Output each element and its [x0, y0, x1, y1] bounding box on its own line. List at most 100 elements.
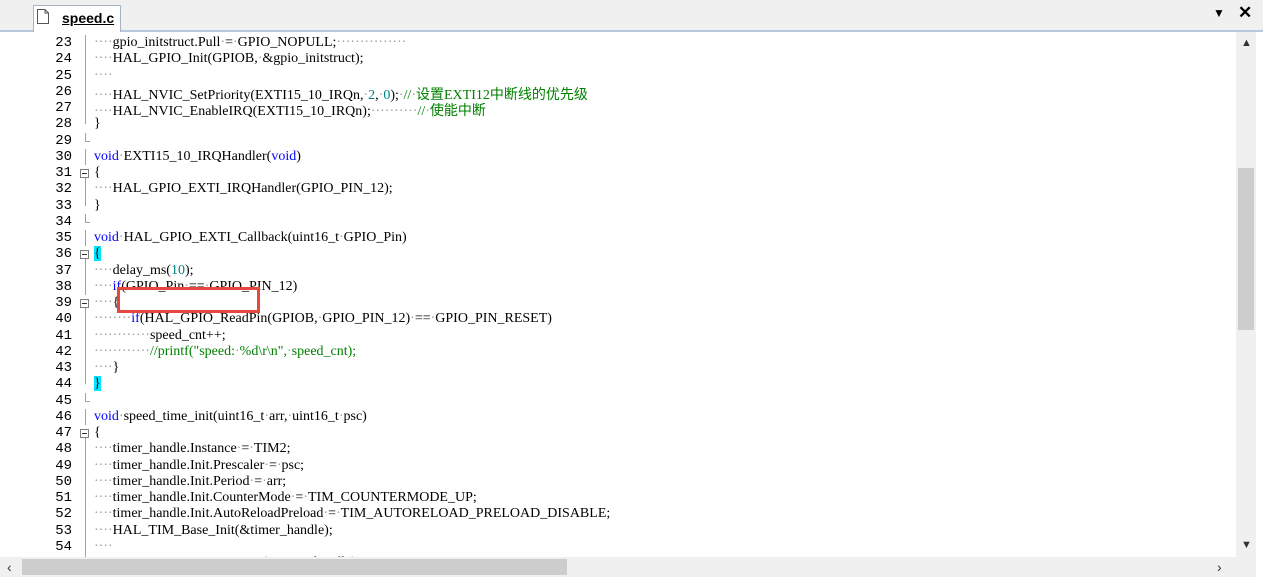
line-number: 54 — [55, 538, 72, 555]
line-number: 35 — [55, 230, 72, 246]
fold-line — [85, 441, 86, 458]
fold-line — [85, 148, 86, 165]
line-number: 49 — [55, 457, 72, 474]
code-line: ········if(HAL_GPIO_ReadPin(GPIOB,·GPIO_… — [94, 311, 552, 327]
line-number: 29 — [55, 132, 72, 149]
vertical-scrollbar[interactable]: ▲ ▼ — [1236, 32, 1256, 557]
code-line: ····timer_handle.Init.CounterMode·=·TIM_… — [94, 490, 477, 505]
line-number: 26 — [55, 83, 72, 100]
code-line: } — [94, 376, 101, 392]
line-number: 52 — [55, 506, 72, 523]
tab-speed-c[interactable]: speed.c — [33, 5, 121, 32]
fold-line — [85, 181, 86, 198]
code-line: ····HAL_TIM_Base_Init(&timer_handle); — [94, 522, 333, 538]
code-editor[interactable]: 23 ····gpio_initstruct.Pull·=·GPIO_NOPULL… — [0, 32, 1236, 557]
line-number: 30 — [55, 148, 72, 165]
file-icon — [37, 9, 49, 24]
code-line: ············//printf("speed:·%d\r\n",·sp… — [94, 343, 357, 359]
fold-line — [85, 392, 86, 401]
line-number: 28 — [55, 116, 72, 133]
line-number: 40 — [55, 311, 72, 328]
fold-line — [85, 408, 86, 425]
fold-line — [85, 311, 86, 328]
scroll-right-arrow-icon[interactable]: › — [1217, 559, 1222, 575]
code-line: ····timer_handle.Init.AutoReloadPreload·… — [94, 506, 611, 522]
line-number: 32 — [55, 181, 72, 198]
scroll-up-arrow-icon[interactable]: ▲ — [1241, 37, 1252, 49]
code-line: ····HAL_GPIO_Init(GPIOB,·&gpio_initstruc… — [94, 51, 364, 67]
fold-end-tick — [85, 140, 90, 142]
fold-line — [85, 360, 86, 377]
line-number: 41 — [55, 327, 72, 344]
horizontal-scrollbar-thumb[interactable] — [22, 559, 567, 575]
code-line: ····delay_ms(10); — [94, 262, 194, 278]
fold-line — [85, 473, 86, 490]
fold-line — [85, 230, 86, 247]
line-number: 42 — [55, 343, 72, 360]
fold-line — [85, 197, 86, 206]
fold-line — [85, 457, 86, 474]
annotation-highlight-box — [117, 287, 260, 313]
fold-line — [85, 213, 86, 222]
fold-line — [85, 116, 86, 125]
line-number: 27 — [55, 100, 72, 116]
line-number: 50 — [55, 473, 72, 490]
fold-line — [85, 376, 86, 385]
code-line: ···· — [94, 538, 113, 554]
code-line: } — [94, 197, 101, 213]
code-line: ····timer_handle.Init.Period·=·arr; — [94, 473, 287, 489]
fold-end-tick — [85, 221, 90, 223]
line-number: 45 — [55, 392, 72, 409]
line-number: 46 — [55, 408, 72, 425]
line-number: 23 — [55, 35, 72, 51]
line-number: 39 — [55, 295, 72, 311]
fold-line — [85, 67, 86, 84]
code-line: void·HAL_GPIO_EXTI_Callback(uint16_t·GPI… — [94, 230, 407, 245]
close-icon[interactable]: ✕ — [1238, 3, 1252, 23]
code-line: ····{ — [94, 295, 120, 310]
line-number: 25 — [55, 67, 72, 84]
line-number: 43 — [55, 360, 72, 376]
fold-line — [85, 343, 86, 360]
code-line: { — [94, 425, 101, 440]
fold-toggle-icon[interactable] — [80, 250, 89, 260]
tab-bar: speed.c ▼ ✕ — [0, 0, 1263, 32]
code-line: { — [94, 246, 101, 262]
fold-line — [85, 83, 86, 100]
fold-line — [85, 522, 86, 539]
line-number: 36 — [55, 246, 72, 263]
chevron-down-icon[interactable]: ▼ — [1213, 6, 1225, 20]
line-number: 44 — [55, 376, 72, 393]
scroll-left-arrow-icon[interactable]: ‹ — [7, 559, 12, 575]
scroll-down-arrow-icon[interactable]: ▼ — [1241, 539, 1252, 551]
line-number: 34 — [55, 213, 72, 230]
line-number: 37 — [55, 262, 72, 279]
vertical-scrollbar-thumb[interactable] — [1238, 168, 1254, 330]
fold-line — [85, 51, 86, 68]
line-number: 33 — [55, 197, 72, 214]
line-number: 53 — [55, 522, 72, 539]
fold-toggle-icon[interactable] — [80, 169, 89, 178]
fold-line — [85, 262, 86, 279]
fold-toggle-icon[interactable] — [80, 429, 89, 438]
code-line: ····} — [94, 360, 120, 375]
line-number: 31 — [55, 165, 72, 181]
line-number: 24 — [55, 51, 72, 68]
fold-toggle-icon[interactable] — [80, 299, 89, 308]
line-number: 51 — [55, 490, 72, 506]
code-line: ····timer_handle.Init.Prescaler·=·psc; — [94, 457, 305, 473]
line-number: 48 — [55, 441, 72, 458]
scrollbar-corner — [1236, 557, 1256, 577]
fold-line — [85, 490, 86, 507]
code-line: ····HAL_GPIO_EXTI_IRQHandler(GPIO_PIN_12… — [94, 181, 393, 197]
code-line: ····HAL_NVIC_EnableIRQ(EXTI15_10_IRQn);·… — [94, 104, 486, 119]
code-line: } — [94, 116, 101, 132]
code-line: ············speed_cnt++; — [94, 327, 226, 343]
fold-line — [85, 35, 86, 52]
fold-line — [85, 538, 86, 555]
line-number: 38 — [55, 278, 72, 295]
code-line: ····timer_handle.Instance·=·TIM2; — [94, 441, 291, 457]
line-number: 47 — [55, 425, 72, 441]
code-line: ···· — [94, 67, 113, 83]
horizontal-scrollbar[interactable]: ‹ › — [0, 557, 1236, 577]
